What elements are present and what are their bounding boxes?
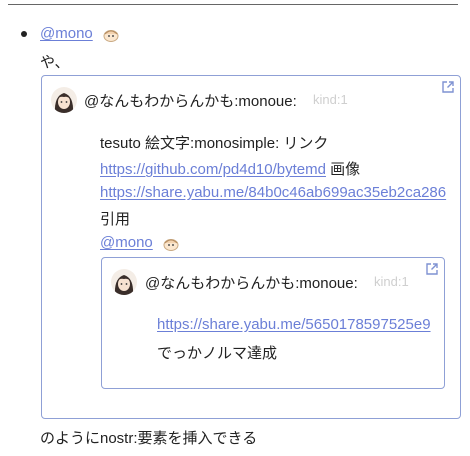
user-avatar[interactable] — [111, 269, 137, 295]
external-link-icon[interactable] — [441, 80, 455, 94]
quote-label: 引用 — [100, 211, 131, 228]
mention-link[interactable]: @mono — [40, 25, 93, 42]
image-link[interactable]: https://share.yabu.me/84b0c46ab699ac35eb… — [100, 184, 446, 201]
author-name[interactable]: @なんもわからんかも:monoue: — [145, 272, 358, 293]
mention-link[interactable]: @mono — [100, 234, 153, 251]
list-bullet — [21, 31, 27, 37]
author-name[interactable]: @なんもわからんかも:monoue: — [84, 90, 297, 111]
note-text-suffix: 画像 — [330, 161, 361, 178]
note-text-line: tesuto 絵文字:monosimple: リンク — [100, 135, 329, 152]
custom-emoji-icon — [102, 27, 120, 43]
quoted-note-card[interactable]: @なんもわからんかも:monoue: kind:1 https://share.… — [101, 257, 445, 389]
kind-label: kind:1 — [374, 274, 409, 289]
post-footer-text: のようにnostr:要素を挿入できる — [40, 430, 258, 447]
divider — [8, 4, 458, 5]
external-link-icon[interactable] — [425, 262, 439, 276]
kind-label: kind:1 — [313, 92, 348, 107]
post-text-line: や、 — [40, 54, 70, 71]
custom-emoji-icon — [162, 236, 180, 252]
image-link[interactable]: https://share.yabu.me/5650178597525e9 — [157, 316, 431, 333]
embedded-note-card[interactable]: @なんもわからんかも:monoue: kind:1 tesuto 絵文字:mon… — [41, 75, 461, 419]
user-avatar[interactable] — [51, 87, 77, 113]
note-link[interactable]: https://github.com/pd4d10/bytemd — [100, 161, 326, 178]
note-text-line: でっかノルマ達成 — [157, 345, 278, 362]
